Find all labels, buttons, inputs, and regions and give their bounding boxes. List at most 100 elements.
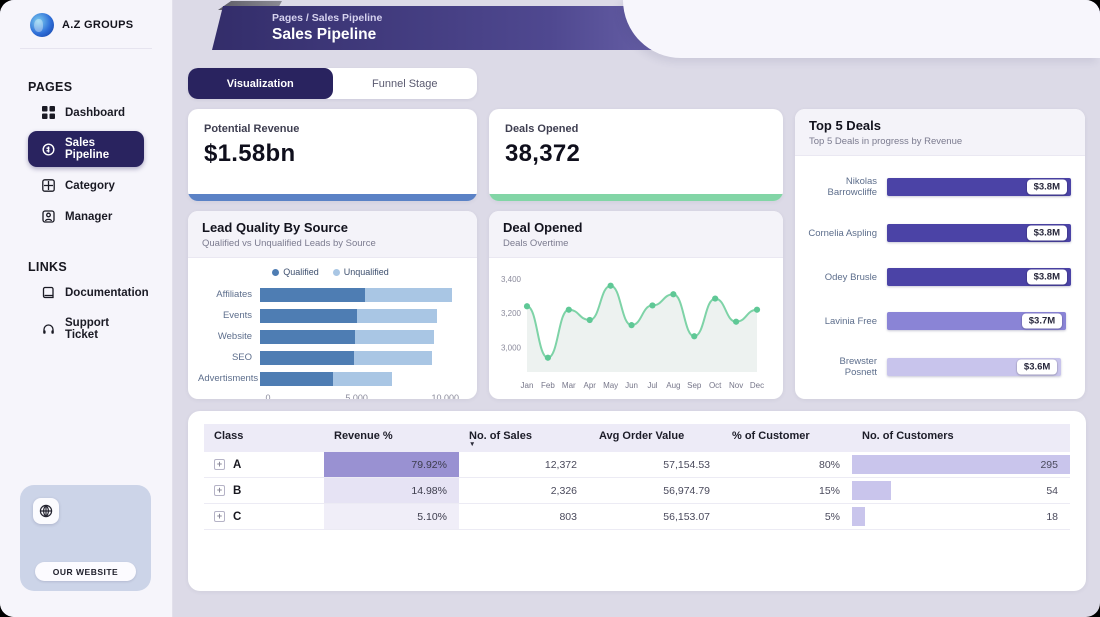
lead-quality-card: Lead Quality By Source Qualified vs Unqu… — [188, 211, 477, 399]
data-point — [649, 302, 656, 309]
line-chart-svg: 3,400 3,200 3,000 Jan Feb Mar Apr May Jun Jul Aug S… — [501, 275, 764, 390]
app-window: A.Z GROUPS PAGES Dashboard Sales Pipelin… — [0, 0, 1100, 617]
x-axis-tick: Apr — [584, 381, 597, 390]
bar-category-label: Advertisments — [198, 373, 259, 384]
sales-cell: 12,372 — [459, 452, 589, 478]
bar-segment — [260, 308, 357, 323]
data-point — [691, 333, 698, 340]
tab-visualization[interactable]: Visualization — [188, 68, 333, 99]
deal-opened-card: Deal Opened Deals Overtime 3,400 3,200 3,0… — [489, 211, 783, 399]
data-point — [732, 318, 740, 325]
data-point — [712, 295, 719, 302]
kpi-card-deals-opened: Deals Opened 38,372 — [489, 109, 783, 201]
sort-descending-icon: ▼ — [469, 441, 476, 448]
class-label: A — [233, 458, 242, 471]
data-point — [565, 306, 572, 313]
x-axis-tick: 5,000 — [345, 393, 368, 399]
kpi-card-potential-revenue: Potential Revenue $1.58bn — [188, 109, 477, 201]
x-axis-tick: Sep — [687, 381, 702, 390]
chart-header: Deal Opened Deals Overtime — [489, 211, 783, 258]
deal-name-label: Lavinia Free — [824, 315, 877, 327]
column-header[interactable]: Revenue % — [324, 424, 459, 452]
avg-order-cell: 56,974.79 — [589, 478, 722, 504]
customers-data-bar — [852, 455, 1070, 474]
x-axis-tick: Nov — [729, 381, 743, 390]
customer-pct-cell: 80% — [722, 452, 852, 478]
data-point — [670, 291, 677, 298]
bar-segment — [260, 329, 356, 344]
kpi-label: Deals Opened — [505, 123, 579, 135]
sidebar-divider — [20, 48, 152, 49]
line-area-fill — [527, 285, 757, 372]
x-axis-tick: Jul — [647, 381, 657, 390]
deal-bar-track: $3.8M — [887, 224, 1071, 242]
x-axis-tick: Mar — [562, 381, 576, 390]
column-header[interactable]: % of Customer — [722, 424, 852, 452]
expand-row-icon[interactable]: + — [214, 459, 225, 470]
x-axis-tick: 0 — [265, 393, 271, 399]
customer-pct-cell: 5% — [722, 504, 852, 530]
column-header[interactable]: Class — [204, 424, 324, 452]
sidebar-item-dashboard[interactable]: Dashboard — [28, 100, 144, 125]
bar-track — [260, 287, 463, 302]
chart-header: Lead Quality By Source Qualified vs Unqu… — [188, 211, 477, 258]
data-point — [523, 303, 531, 310]
deal-bar-track: $3.7M — [887, 312, 1071, 330]
category-icon — [42, 179, 55, 192]
y-axis-tick: 3,000 — [501, 343, 522, 352]
class-table: Class Revenue % No. of Sales ▼ Avg Order Val… — [204, 424, 1070, 530]
column-header[interactable]: No. of Customers — [852, 424, 1070, 452]
x-axis-tick: Oct — [709, 381, 722, 390]
bar-segment — [355, 329, 435, 344]
y-axis-tick: 3,400 — [501, 275, 522, 284]
tab-funnel-stage[interactable]: Funnel Stage — [333, 68, 478, 99]
page-header: Pages / Sales Pipeline Sales Pipeline — [188, 0, 1100, 58]
column-header[interactable]: No. of Sales ▼ — [459, 424, 589, 452]
class-cell: + A — [204, 452, 324, 478]
bar-track — [260, 350, 463, 365]
sidebar-item-manager[interactable]: Manager — [28, 204, 144, 229]
expand-row-icon[interactable]: + — [214, 511, 225, 522]
globe-button[interactable] — [33, 498, 59, 524]
sidebar: A.Z GROUPS PAGES Dashboard Sales Pipelin… — [0, 0, 173, 617]
brand-name: A.Z GROUPS — [62, 19, 134, 31]
class-cell: + B — [204, 478, 324, 504]
bar-segment — [356, 308, 438, 323]
bar-track — [260, 371, 463, 386]
legend-item: Qualified — [272, 267, 319, 277]
class-cell: + C — [204, 504, 324, 530]
top-deals-chart: Nikolas Barrowcliffe $3.8M Cornelia Asplin… — [795, 156, 1085, 399]
dashboard-icon — [42, 106, 55, 119]
bar-track — [260, 329, 463, 344]
sidebar-item-category[interactable]: Category — [28, 173, 144, 198]
sales-cell: 2,326 — [459, 478, 589, 504]
chart-legend: Qualified Unqualified — [198, 267, 463, 277]
deal-bar-track: $3.8M — [887, 178, 1071, 196]
chart-title: Deal Opened — [503, 220, 583, 235]
legend-label: Unqualified — [343, 267, 389, 277]
expand-row-icon[interactable]: + — [214, 485, 225, 496]
avg-order-cell: 57,154.53 — [589, 452, 722, 478]
bar-segment — [333, 371, 393, 386]
column-header-label: No. of Sales — [469, 430, 532, 442]
our-website-button[interactable]: OUR WEBSITE — [35, 562, 136, 581]
y-axis-tick: 3,200 — [501, 309, 522, 318]
sidebar-item-documentation[interactable]: Documentation — [28, 280, 149, 305]
sidebar-item-sales-pipeline[interactable]: Sales Pipeline — [28, 131, 144, 167]
column-header[interactable]: Avg Order Value — [589, 424, 722, 452]
bar-category-label: Events — [222, 310, 252, 321]
revenue-pct-cell: 14.98% — [324, 478, 459, 504]
deal-row: Nikolas Barrowcliffe $3.8M — [805, 176, 1071, 198]
support-ticket-icon — [43, 323, 54, 334]
class-label: B — [233, 484, 242, 497]
bar-segment — [353, 350, 432, 365]
website-promo-card: OUR WEBSITE — [20, 485, 151, 591]
deal-row: Odey Brusle $3.8M — [805, 268, 1071, 286]
view-tabs: Visualization Funnel Stage — [188, 68, 477, 99]
x-axis-tick: Dec — [750, 381, 764, 390]
sidebar-item-support-ticket[interactable]: Support Ticket — [28, 311, 144, 347]
bar-category-label: SEO — [231, 352, 252, 363]
column-header-label: Class — [214, 430, 244, 442]
avg-order-cell: 56,153.07 — [589, 504, 722, 530]
customers-data-bar — [852, 481, 892, 500]
